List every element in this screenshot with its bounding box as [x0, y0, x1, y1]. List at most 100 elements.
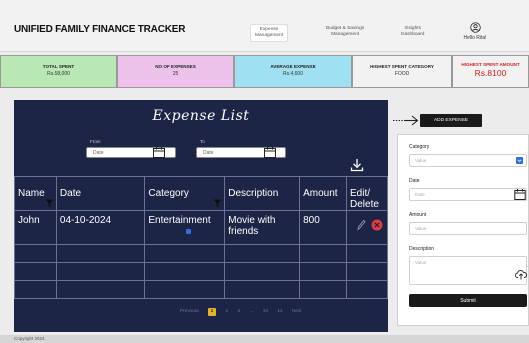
- cell-amount: 800: [299, 210, 348, 245]
- calendar-icon[interactable]: [263, 147, 277, 158]
- description-textarea[interactable]: Value: [409, 256, 527, 285]
- column-header-description: Description: [224, 176, 301, 211]
- nav-expense-management[interactable]: Expense Management: [250, 24, 288, 42]
- empty-cell: [299, 280, 348, 299]
- user-avatar-icon: [469, 22, 481, 33]
- date-label: Date: [409, 178, 420, 184]
- expense-list-title: Expense List: [152, 108, 250, 124]
- category-select[interactable]: Value: [409, 154, 527, 167]
- download-icon[interactable]: [350, 158, 364, 172]
- expense-list-panel: Expense List From Date To Date Name Date…: [14, 100, 388, 332]
- edit-icon[interactable]: [356, 219, 366, 231]
- submit-button[interactable]: Submit: [409, 294, 527, 307]
- stat-label: TOTAL SPENT: [42, 64, 75, 69]
- empty-cell: [144, 280, 226, 299]
- upload-icon[interactable]: [515, 269, 527, 280]
- empty-cell: [346, 280, 388, 299]
- pagination-page[interactable]: 3: [237, 309, 240, 314]
- pagination-page-current[interactable]: 1: [208, 308, 217, 316]
- empty-cell: [346, 262, 388, 281]
- cell-actions: [346, 210, 388, 245]
- empty-cell: [144, 262, 226, 281]
- empty-cell: [144, 244, 226, 263]
- footer-text: Copyright 2024: [14, 336, 45, 341]
- column-header-label: Description: [228, 188, 279, 199]
- stat-value: FOOD: [394, 71, 410, 77]
- stat-no-of-expenses: NO OF EXPENSES 25: [117, 55, 234, 88]
- arrow-right-icon: [393, 115, 419, 126]
- stat-label: HIGHEST SPENT AMOUNT: [461, 62, 520, 67]
- pagination-ellipsis: ...: [249, 309, 254, 314]
- stat-label: AVERAGE EXPENSE: [270, 64, 316, 69]
- category-label: Category: [409, 144, 430, 150]
- pagination-page[interactable]: 2: [225, 309, 228, 314]
- to-label: To: [200, 139, 205, 144]
- empty-cell: [346, 244, 388, 263]
- empty-cell: [224, 244, 301, 263]
- pagination: Previous 1 2 3 ... 10 11 Next: [180, 308, 310, 316]
- empty-cell: [14, 262, 57, 281]
- stat-label: HIGHEST SPENT CATEGORY: [370, 64, 434, 69]
- cell-description: Movie with friends: [224, 210, 301, 245]
- stat-value: 25: [172, 71, 179, 77]
- column-header-edit-delete: Edit/ Delete: [346, 176, 388, 211]
- empty-cell: [55, 244, 146, 263]
- delete-icon[interactable]: [371, 219, 383, 231]
- greeting-text: Hello Rita!: [463, 35, 487, 41]
- add-expense-form: Category Value Date Date Amount Value De…: [397, 134, 529, 326]
- app-title: UNIFIED FAMILY FINANCE TRACKER: [14, 24, 186, 35]
- category-placeholder: Value: [415, 158, 427, 163]
- cell-category: Entertainment: [144, 210, 226, 245]
- empty-cell: [55, 280, 146, 299]
- date-input[interactable]: Date: [409, 188, 527, 201]
- column-header-label: Name: [18, 188, 45, 199]
- column-header-label: Edit/ Delete: [350, 188, 379, 210]
- filter-icon[interactable]: [45, 199, 54, 208]
- table-row: [14, 280, 388, 299]
- cell-category-text: Entertainment: [148, 215, 211, 226]
- pagination-previous[interactable]: Previous: [180, 309, 199, 314]
- empty-cell: [14, 244, 57, 263]
- column-header-category[interactable]: Category: [144, 176, 226, 211]
- calendar-icon[interactable]: [152, 147, 166, 158]
- table-row: [14, 244, 388, 263]
- amount-input[interactable]: Value: [409, 222, 527, 235]
- category-dropdown-icon[interactable]: [186, 229, 192, 234]
- table-header-row: Name Date Category Description Amount Ed…: [14, 176, 388, 211]
- amount-label: Amount: [409, 212, 427, 218]
- from-label: From: [90, 139, 101, 144]
- stat-value: Rs.58,000: [47, 71, 70, 77]
- column-header-label: Date: [59, 188, 82, 199]
- cell-date: 04-10-2024: [55, 210, 146, 245]
- column-header-label: Amount: [303, 188, 338, 199]
- pagination-page[interactable]: 10: [263, 309, 268, 314]
- pagination-next[interactable]: Next: [292, 309, 302, 314]
- column-header-label: Category: [148, 188, 189, 199]
- filter-icon[interactable]: [213, 199, 222, 208]
- calendar-icon[interactable]: [514, 189, 526, 200]
- stat-label: NO OF EXPENSES: [155, 64, 196, 69]
- column-header-amount: Amount: [299, 176, 348, 211]
- empty-cell: [14, 280, 57, 299]
- table-row: John 04-10-2024 Entertainment Movie with…: [14, 210, 388, 245]
- stat-total-spent: TOTAL SPENT Rs.58,000: [0, 55, 117, 88]
- footer: Copyright 2024: [0, 335, 529, 343]
- date-placeholder: Date: [415, 192, 425, 197]
- description-placeholder: Value: [415, 260, 427, 265]
- cell-name: John: [14, 210, 57, 245]
- nav-insights-dashboard[interactable]: Insights Dashboard: [401, 26, 424, 38]
- empty-cell: [55, 262, 146, 281]
- nav-budget-savings[interactable]: Budget & Savings Management: [326, 26, 364, 38]
- add-expense-button[interactable]: ADD EXPENSE: [420, 114, 482, 127]
- from-date-placeholder: Date: [93, 150, 104, 156]
- user-menu[interactable]: Hello Rita!: [450, 22, 500, 41]
- amount-placeholder: Value: [415, 226, 427, 231]
- pagination-page[interactable]: 11: [277, 309, 282, 314]
- column-header-name[interactable]: Name: [14, 176, 57, 211]
- column-header-date: Date: [55, 176, 146, 211]
- table-row: [14, 262, 388, 281]
- stat-value: Rs.8100: [474, 68, 507, 78]
- stat-highest-amount: HIGHEST SPENT AMOUNT Rs.8100: [452, 55, 529, 88]
- stat-value: Rs.4,600: [282, 71, 303, 77]
- chevron-down-icon[interactable]: [516, 157, 523, 164]
